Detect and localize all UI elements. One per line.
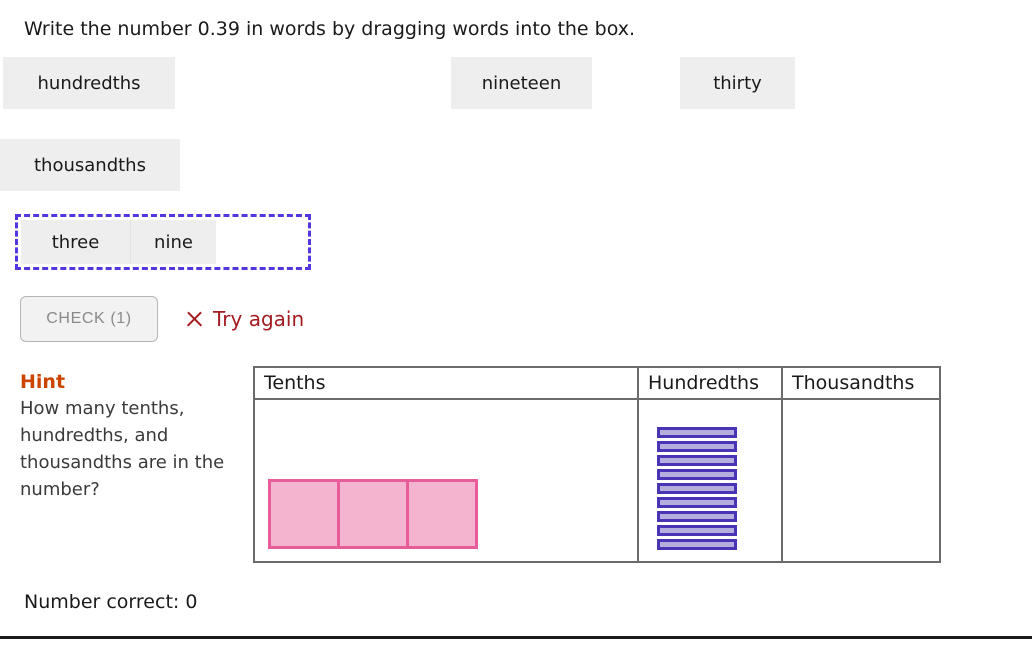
column-header-tenths: Tenths [255, 368, 639, 398]
number-correct-label: Number correct: 0 [24, 591, 197, 613]
dropped-word-nine[interactable]: nine [131, 220, 216, 264]
word-tile-thousandths[interactable]: thousandths [0, 139, 180, 191]
hundredth-bar [657, 469, 737, 480]
hundredth-bar [657, 483, 737, 494]
place-value-table: Tenths Hundredths Thousandths [253, 366, 941, 563]
check-button[interactable]: CHECK (1) [20, 296, 158, 342]
place-value-table-body [255, 400, 939, 561]
hundredth-bar [657, 427, 737, 438]
dropped-word-three[interactable]: three [21, 220, 131, 264]
column-header-hundredths: Hundredths [639, 368, 783, 398]
hint-title: Hint [20, 370, 235, 395]
place-value-table-header: Tenths Hundredths Thousandths [255, 368, 939, 400]
tenth-block [337, 479, 409, 549]
page-title: Write the number 0.39 in words by draggi… [24, 16, 635, 42]
hundredth-bar [657, 497, 737, 508]
hundredth-bar [657, 511, 737, 522]
cell-thousandths [783, 400, 939, 561]
feedback-label: Try again [213, 307, 304, 331]
tenths-block-group [268, 479, 475, 549]
tenth-block [406, 479, 478, 549]
answer-drop-zone[interactable]: three nine [15, 214, 311, 270]
bottom-divider [0, 636, 1032, 639]
word-tile-thirty[interactable]: thirty [680, 57, 795, 109]
cell-tenths [255, 400, 639, 561]
column-header-thousandths: Thousandths [783, 368, 939, 398]
word-tile-nineteen[interactable]: nineteen [451, 57, 592, 109]
hundredths-bar-group [657, 427, 737, 550]
hint-body: How many tenths, hundredths, and thousan… [20, 395, 235, 503]
close-x-icon [185, 310, 204, 329]
cell-hundredths [639, 400, 783, 561]
tenth-block [268, 479, 340, 549]
hundredth-bar [657, 539, 737, 550]
hint-block: Hint How many tenths, hundredths, and th… [20, 370, 235, 503]
word-tile-hundredths[interactable]: hundredths [3, 57, 175, 109]
feedback-message: Try again [185, 307, 304, 331]
hundredth-bar [657, 441, 737, 452]
hundredth-bar [657, 525, 737, 536]
hundredth-bar [657, 455, 737, 466]
